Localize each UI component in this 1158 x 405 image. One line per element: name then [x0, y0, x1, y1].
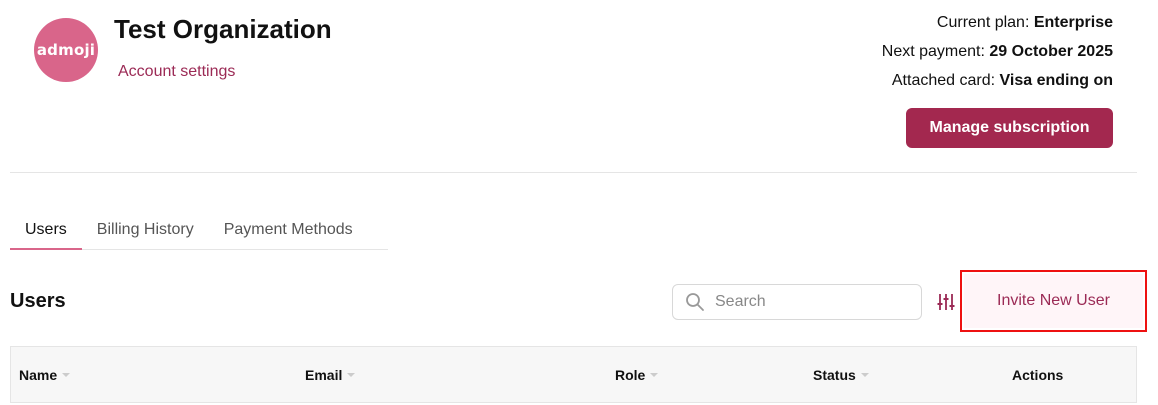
attached-card-label: Attached card: [891, 72, 996, 89]
next-payment-value: 29 October 2025 [989, 43, 1113, 60]
search-icon [685, 292, 705, 312]
logo-text: admoji [36, 41, 96, 59]
current-plan-label: Current plan: [936, 14, 1030, 31]
org-logo: admoji [34, 18, 98, 82]
search-input[interactable] [715, 293, 915, 311]
column-header-name[interactable]: Name [19, 367, 71, 383]
tab-users[interactable]: Users [10, 214, 82, 250]
account-settings-link[interactable]: Account settings [118, 63, 235, 81]
current-plan-row: Current plan: Enterprise [882, 12, 1113, 41]
next-payment-row: Next payment: 29 October 2025 [882, 41, 1113, 70]
page-title: Test Organization [114, 14, 332, 44]
invite-new-user-button[interactable]: Invite New User [964, 274, 1143, 328]
column-header-actions: Actions [1012, 367, 1063, 383]
tab-payment-methods[interactable]: Payment Methods [209, 214, 368, 250]
tab-billing-history[interactable]: Billing History [82, 214, 209, 250]
column-header-email[interactable]: Email [305, 367, 356, 383]
column-header-role[interactable]: Role [615, 367, 659, 383]
attached-card-row: Attached card: Visa ending on [882, 70, 1113, 99]
filter-icon[interactable] [934, 290, 958, 314]
next-payment-label: Next payment: [881, 43, 985, 60]
sort-icon [346, 370, 356, 380]
current-plan-value: Enterprise [1033, 14, 1113, 31]
table-header: Name Email Role Status Actions [10, 346, 1137, 403]
column-header-status[interactable]: Status [813, 367, 870, 383]
sort-icon [61, 370, 71, 380]
column-header-label: Email [305, 367, 343, 383]
sort-icon [860, 370, 870, 380]
column-header-label: Name [19, 367, 58, 383]
search-box[interactable] [672, 284, 922, 320]
users-section-title: Users [10, 290, 66, 312]
attached-card-value: Visa ending on [999, 72, 1114, 89]
column-header-label: Role [615, 367, 646, 383]
manage-subscription-button[interactable]: Manage subscription [906, 108, 1113, 148]
column-header-label: Status [813, 367, 856, 383]
tab-bar: Users Billing History Payment Methods [10, 214, 388, 250]
sort-icon [649, 370, 659, 380]
column-header-label: Actions [1012, 367, 1064, 383]
plan-info: Current plan: Enterprise Next payment: 2… [882, 12, 1113, 99]
header-divider [10, 172, 1137, 173]
